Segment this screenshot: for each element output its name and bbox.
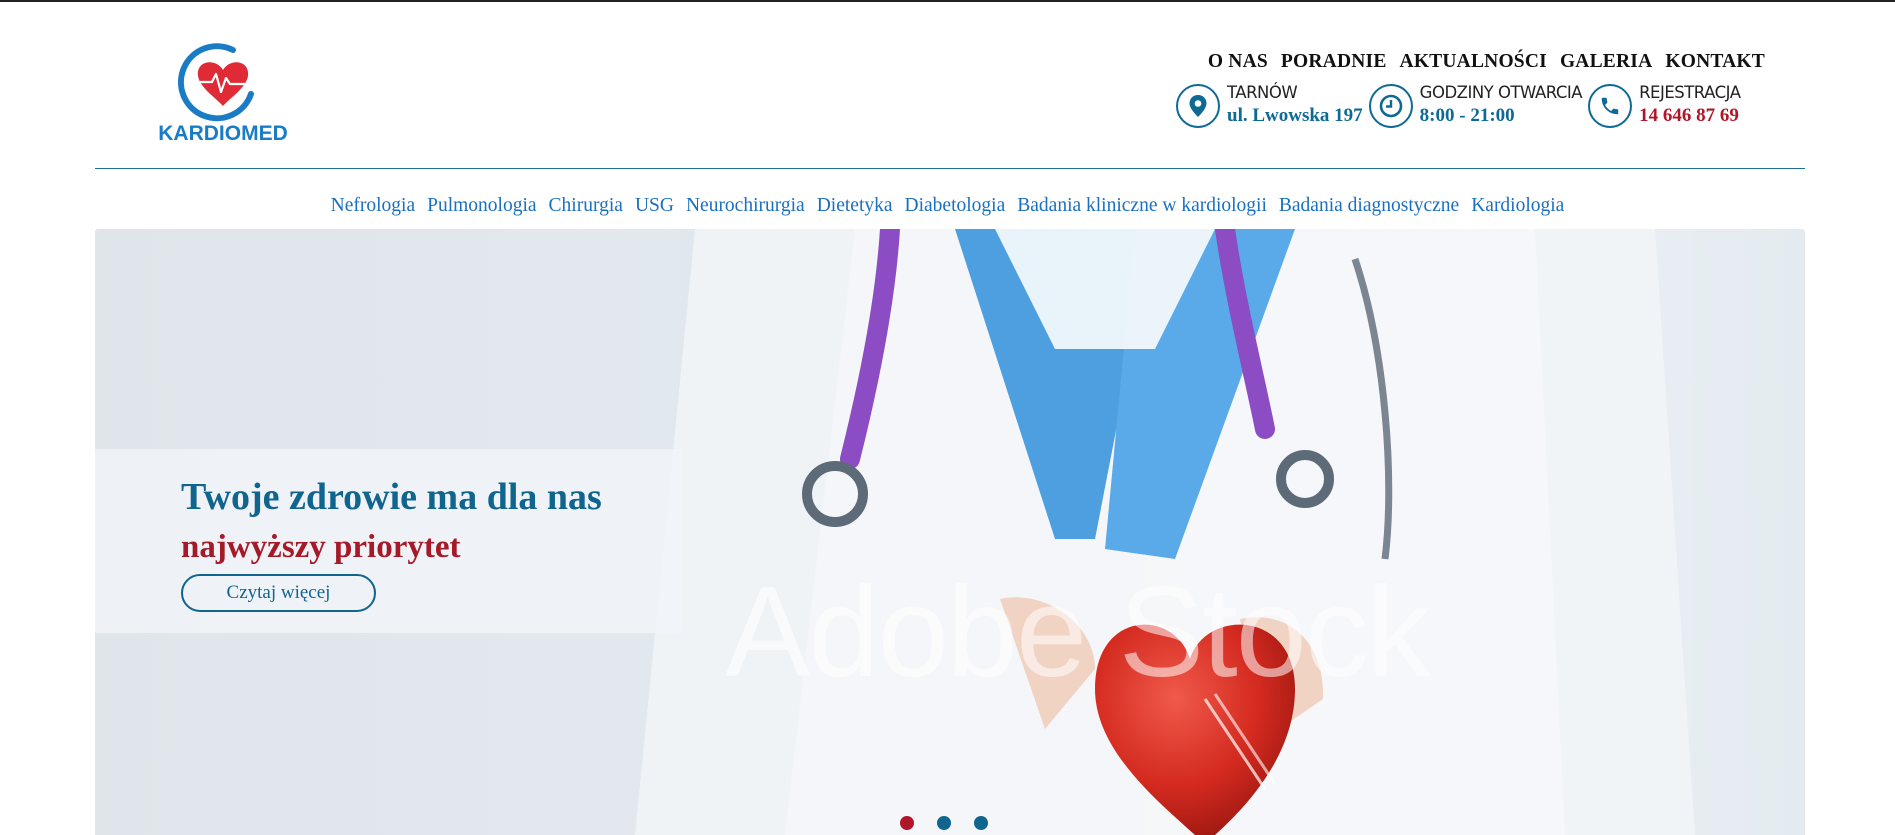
slider-dot-1[interactable] [900,816,914,830]
stock-watermark: Adobe Stock [725,561,1431,704]
contact-address-value: ul. Lwowska 197 [1227,105,1363,126]
logo-wordmark: KARDIOMED [158,122,288,145]
hero-title: Twoje zdrowie ma dla nas [181,476,602,518]
hero-slider[interactable]: Adobe Stock Twoje zdrowie ma dla nas naj… [95,229,1805,835]
subnav-nefrologia[interactable]: Nefrologia [331,195,415,216]
subnav-badania-diagnostyczne[interactable]: Badania diagnostyczne [1279,195,1459,216]
nav-kontakt[interactable]: KONTAKT [1665,51,1765,73]
top-nav: O NAS PORADNIE AKTUALNOŚCI GALERIA KONTA… [1208,51,1765,73]
phone-icon [1588,84,1633,128]
subnav-dietetyka[interactable]: Dietetyka [817,195,893,216]
heart-logo-icon [178,43,254,122]
read-more-button[interactable]: Czytaj więcej [181,574,376,612]
subnav-neurochirurgia[interactable]: Neurochirurgia [686,195,805,216]
contact-hours-value: 8:00 - 21:00 [1419,105,1515,126]
subnav-diabetologia[interactable]: Diabetologia [905,195,1006,216]
contact-phone-label: REJESTRACJA [1639,83,1741,102]
subnav-kardiologia[interactable]: Kardiologia [1471,195,1564,216]
clinic-nav: Nefrologia Pulmonologia Chirurgia USG Ne… [0,195,1895,217]
subnav-usg[interactable]: USG [635,195,674,216]
subnav-chirurgia[interactable]: Chirurgia [549,195,623,216]
kardiomed-logo[interactable]: KARDIOMED [138,42,308,152]
hero-subtitle: najwyższy priorytet [181,529,461,565]
slider-dot-3[interactable] [974,816,988,830]
subnav-pulmonologia[interactable]: Pulmonologia [427,195,536,216]
contact-hours: GODZINY OTWARCIA 8:00 - 21:00 [1368,82,1583,128]
clock-icon [1368,84,1413,128]
hero-caption: Twoje zdrowie ma dla nas najwyższy prior… [95,449,681,633]
contact-phone: REJESTRACJA 14 646 87 69 [1588,82,1741,128]
contact-address-label: TARNÓW [1227,83,1298,102]
slider-pagination [900,816,988,830]
subnav-badania-kliniczne[interactable]: Badania kliniczne w kardiologii [1017,195,1267,216]
phone-number-link[interactable]: 14 646 87 69 [1639,104,1740,128]
nav-poradnie[interactable]: PORADNIE [1281,51,1387,73]
nav-galeria[interactable]: GALERIA [1560,51,1652,73]
location-pin-icon [1176,84,1220,128]
site-header: KARDIOMED O NAS PORADNIE AKTUALNOŚCI GAL… [95,2,1805,169]
contact-address: TARNÓW ul. Lwowska 197 [1176,82,1363,128]
nav-aktualnosci[interactable]: AKTUALNOŚCI [1400,51,1547,73]
slider-dot-2[interactable] [937,816,951,830]
nav-o-nas[interactable]: O NAS [1208,51,1268,73]
contact-hours-label: GODZINY OTWARCIA [1419,83,1583,102]
contact-bar: TARNÓW ul. Lwowska 197 GODZINY OTWARCIA … [1176,82,1747,128]
